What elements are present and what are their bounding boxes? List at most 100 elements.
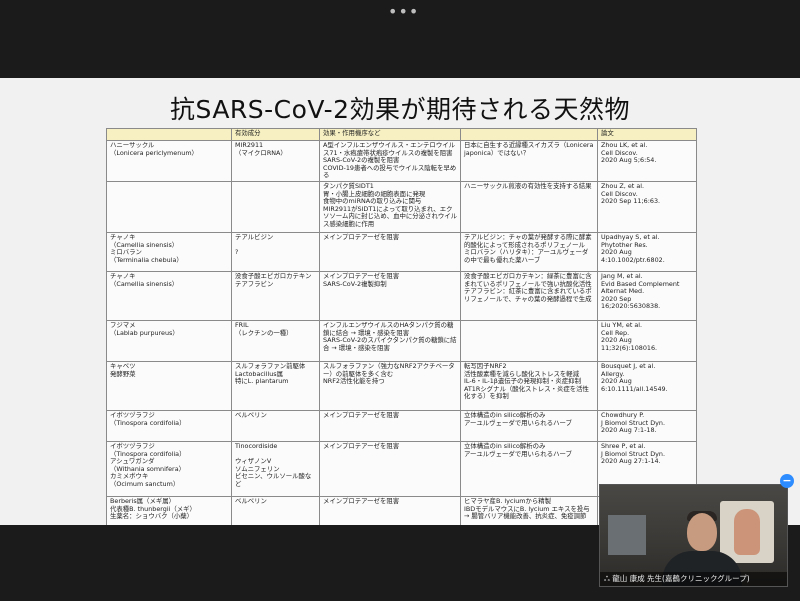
table-cell: ベルベリン — [231, 410, 320, 442]
table-cell-text: メインプロテアーゼを阻害 — [323, 411, 400, 419]
table-cell: メインプロテアーゼを阻害 — [319, 496, 461, 525]
table-row: イボツヅラフジ （Tinospora cordifolia） ベルベリン メインプロ… — [106, 410, 697, 442]
table-cell: Berberis属（メギ属） 代表種B. thunbergii（メギ） 生薬名：… — [106, 496, 232, 525]
table-cell-text: Tinocordiside ウィザノンV ソムニフェリン ビセニン、ウルソール酸… — [235, 442, 312, 488]
table-header-cell: 論文 — [597, 128, 697, 141]
table-row: タンパク質SIDT1 胃・小腸上皮細胞の細胞表面に発現 食物中のmiRNAの取り… — [106, 181, 697, 233]
table-cell: イボツヅラフジ （Tinospora cordifolia） アシュワガンダ （… — [106, 441, 232, 497]
table-row: フジマメ （Lablab purpureus） FRIL （レクチンの一種） インフ… — [106, 320, 697, 362]
table-header-cell: 有効成分 — [231, 128, 320, 141]
table-cell-text: Upadhyay S, et al. Phytother Res. 2020 A… — [601, 233, 665, 264]
table-cell: ベルベリン — [231, 496, 320, 525]
table-cell: Zhou LK, et al. Cell Discov. 2020 Aug 5;… — [597, 140, 697, 182]
participant-face — [687, 513, 717, 551]
table-cell-text: 立体構造のin silico解析のみ アーユルヴェーダで用いられるハーブ — [464, 442, 572, 458]
table-cell-text: Jang M, et al. Evid Based Complement Alt… — [601, 272, 680, 311]
table-cell: 日本に自生する近縁種スイカズラ（Lonicera japonica）ではない？ — [460, 140, 598, 182]
shared-slide: 抗SARS-CoV-2効果が期待される天然物 有効成分 効果・作用機序など 論文 ハ… — [0, 78, 800, 525]
table-cell: Liu YM, et al. Cell Rep. 2020 Aug 11;32(… — [597, 320, 697, 362]
table-cell — [231, 181, 320, 233]
table-row: ハニーサックル （Lonicera periclymenum） MIR2911 （… — [106, 140, 697, 182]
table-cell-text: 立体構造のin silico解析のみ アーユルヴェーダで用いられるハーブ — [464, 411, 572, 427]
slide-title: 抗SARS-CoV-2効果が期待される天然物 — [169, 95, 630, 124]
table-cell-text: チャノキ （Camellia sinensis） ミロバラン （Terminal… — [110, 233, 183, 264]
table-cell-text: キャベツ 発酵野菜 — [110, 362, 136, 378]
table-cell-text: ハニーサックル （Lonicera periclymenum） — [110, 141, 198, 157]
table-cell-text: 日本に自生する近縁種スイカズラ（Lonicera japonica）ではない？ — [464, 141, 594, 157]
table-cell — [106, 181, 232, 233]
table-cell-text: Chowdhury P. J Biomol Struct Dyn. 2020 A… — [601, 411, 666, 435]
table-cell: 立体構造のin silico解析のみ アーユルヴェーダで用いられるハーブ — [460, 410, 598, 442]
table-cell: メインプロテアーゼを阻害 — [319, 441, 461, 497]
table-cell-text: Berberis属（メギ属） 代表種B. thunbergii（メギ） 生薬名：… — [110, 497, 196, 521]
table-cell-text: ハニーサックル煎液の有効性を支持する結果 — [464, 182, 592, 190]
table-cell: チャノキ （Camellia sinensis） — [106, 271, 232, 321]
table-header-cell — [460, 128, 598, 141]
table-row: チャノキ （Camellia sinensis） ミロバラン （Terminal… — [106, 232, 697, 272]
table-cell: メインプロテアーゼを阻害 SARS-CoV-2複製抑制 — [319, 271, 461, 321]
table-cell-text: Zhou LK, et al. Cell Discov. 2020 Aug 5;… — [601, 141, 657, 165]
table-cell-text: MIR2911 （マイクロRNA） — [235, 141, 287, 157]
participant-video[interactable]: ஃ 龍山 康成 先生(嘉鶴クリニックグループ) — [599, 484, 788, 587]
table-cell: テアルビジン：チャの葉が発酵する際に酵素的酸化によって形成されるポリフェノール … — [460, 232, 598, 272]
table-cell-text: スルフォラファン前駆体 Lactobacillus属 特にL. plantaru… — [235, 362, 306, 386]
table-header-cell — [106, 128, 232, 141]
table-cell-text: FRIL （レクチンの一種） — [235, 321, 293, 337]
table-cell-text: A型インフルエンザウイルス・エンテロウイルス71・水疱瘡帯状疱疹ウイルスの複製を… — [323, 141, 457, 180]
participant-name: ஃ 龍山 康成 先生(嘉鶴クリニックグループ) — [604, 574, 750, 583]
table-cell: 立体構造のin silico解析のみ アーユルヴェーダで用いられるハーブ — [460, 441, 598, 497]
table-cell: Upadhyay S, et al. Phytother Res. 2020 A… — [597, 232, 697, 272]
table-cell: Chowdhury P. J Biomol Struct Dyn. 2020 A… — [597, 410, 697, 442]
top-bar: ••• — [0, 0, 800, 78]
table-cell: 転写因子NRF2 活性酸素種を減らし酸化ストレスを軽減 IL-6・IL-1β遺伝… — [460, 361, 598, 411]
table-cell-text: イボツヅラフジ （Tinospora cordifolia） アシュワガンダ （… — [110, 442, 186, 488]
table-cell: A型インフルエンザウイルス・エンテロウイルス71・水疱瘡帯状疱疹ウイルスの複製を… — [319, 140, 461, 182]
table-cell: ハニーサックル煎液の有効性を支持する結果 — [460, 181, 598, 233]
table-cell: テアルビジン ? — [231, 232, 320, 272]
table-header-cell: 効果・作用機序など — [319, 128, 461, 141]
table-cell-text: ヒマラヤ産B. lyciumから精製 IBDモデルマウスにB. lycium エ… — [464, 497, 590, 521]
table-cell-text: Shree P, et al. J Biomol Struct Dyn. 202… — [601, 442, 666, 466]
table-cell: スルフォラファン前駆体 Lactobacillus属 特にL. plantaru… — [231, 361, 320, 411]
table-cell-text: タンパク質SIDT1 胃・小腸上皮細胞の細胞表面に発現 食物中のmiRNAの取り… — [323, 182, 458, 228]
table-cell: ハニーサックル （Lonicera periclymenum） — [106, 140, 232, 182]
table-cell-text: メインプロテアーゼを阻害 — [323, 497, 400, 505]
table-cell-text: Zhou Z, et al. Cell Discov. 2020 Sep 11;… — [601, 182, 661, 206]
table-cell-text: メインプロテアーゼを阻害 — [323, 442, 400, 450]
table-cell-text: ベルベリン — [235, 497, 267, 505]
table-cell: FRIL （レクチンの一種） — [231, 320, 320, 362]
table-cell-text: チャノキ （Camellia sinensis） — [110, 272, 179, 288]
table-cell: キャベツ 発酵野菜 — [106, 361, 232, 411]
table-cell: ヒマラヤ産B. lyciumから精製 IBDモデルマウスにB. lycium エ… — [460, 496, 598, 525]
table-cell: チャノキ （Camellia sinensis） ミロバラン （Terminal… — [106, 232, 232, 272]
table-cell-text: Bousquet J, et al. Allergy. 2020 Aug 6:1… — [601, 362, 668, 393]
participant-name-tag: ஃ 龍山 康成 先生(嘉鶴クリニックグループ) — [600, 572, 787, 586]
table-cell-text: スルフォラファン（強力なNRF2アクチベーター）の前駆体を多く含む NRF2活性… — [323, 362, 455, 386]
table-cell-text: イボツヅラフジ （Tinospora cordifolia） — [110, 411, 186, 427]
table-cell: Jang M, et al. Evid Based Complement Alt… — [597, 271, 697, 321]
table-cell-text: メインプロテアーゼを阻害 — [323, 233, 400, 241]
table-cell: タンパク質SIDT1 胃・小腸上皮細胞の細胞表面に発現 食物中のmiRNAの取り… — [319, 181, 461, 233]
table-row: チャノキ （Camellia sinensis） 没食子酸エピガロカテキン テアフ… — [106, 271, 697, 321]
video-poster — [720, 501, 774, 563]
more-options-icon[interactable]: ••• — [388, 4, 418, 20]
table-cell: Zhou Z, et al. Cell Discov. 2020 Sep 11;… — [597, 181, 697, 233]
table-cell-text: テアルビジン：チャの葉が発酵する際に酵素的酸化によって形成されるポリフェノール … — [464, 233, 592, 264]
table-cell: 没食子酸エピガロカテキン テアフラビン — [231, 271, 320, 321]
table-row: キャベツ 発酵野菜 スルフォラファン前駆体 Lactobacillus属 特にL.… — [106, 361, 697, 411]
table-cell: Tinocordiside ウィザノンV ソムニフェリン ビセニン、ウルソール酸… — [231, 441, 320, 497]
table-cell-text: ベルベリン — [235, 411, 267, 419]
table-cell: インフルエンザウイルスのHAタンパク質の糖鎖に結合 → 環境・感染を阻害 SAR… — [319, 320, 461, 362]
table-cell-text: 没食子酸エピガロカテキン テアフラビン — [235, 272, 312, 288]
natural-products-table: 有効成分 効果・作用機序など 論文 ハニーサックル （Lonicera pericl… — [106, 128, 697, 525]
table-cell-text: 転写因子NRF2 活性酸素種を減らし酸化ストレスを軽減 IL-6・IL-1β遺伝… — [464, 362, 589, 401]
minimize-video-button[interactable]: − — [780, 474, 794, 488]
table-cell-text: メインプロテアーゼを阻害 SARS-CoV-2複製抑制 — [323, 272, 400, 288]
table-cell: 没食子酸エピガロカテキン：緑茶に豊富に含まれているポリフェノールで強い抗酸化活性… — [460, 271, 598, 321]
video-board — [608, 515, 646, 555]
table-cell: イボツヅラフジ （Tinospora cordifolia） — [106, 410, 232, 442]
table-cell-text: Liu YM, et al. Cell Rep. 2020 Aug 11;32(… — [601, 321, 658, 352]
table-cell: メインプロテアーゼを阻害 — [319, 410, 461, 442]
table-cell-text: フジマメ （Lablab purpureus） — [110, 321, 179, 337]
table-cell: スルフォラファン（強力なNRF2アクチベーター）の前駆体を多く含む NRF2活性… — [319, 361, 461, 411]
